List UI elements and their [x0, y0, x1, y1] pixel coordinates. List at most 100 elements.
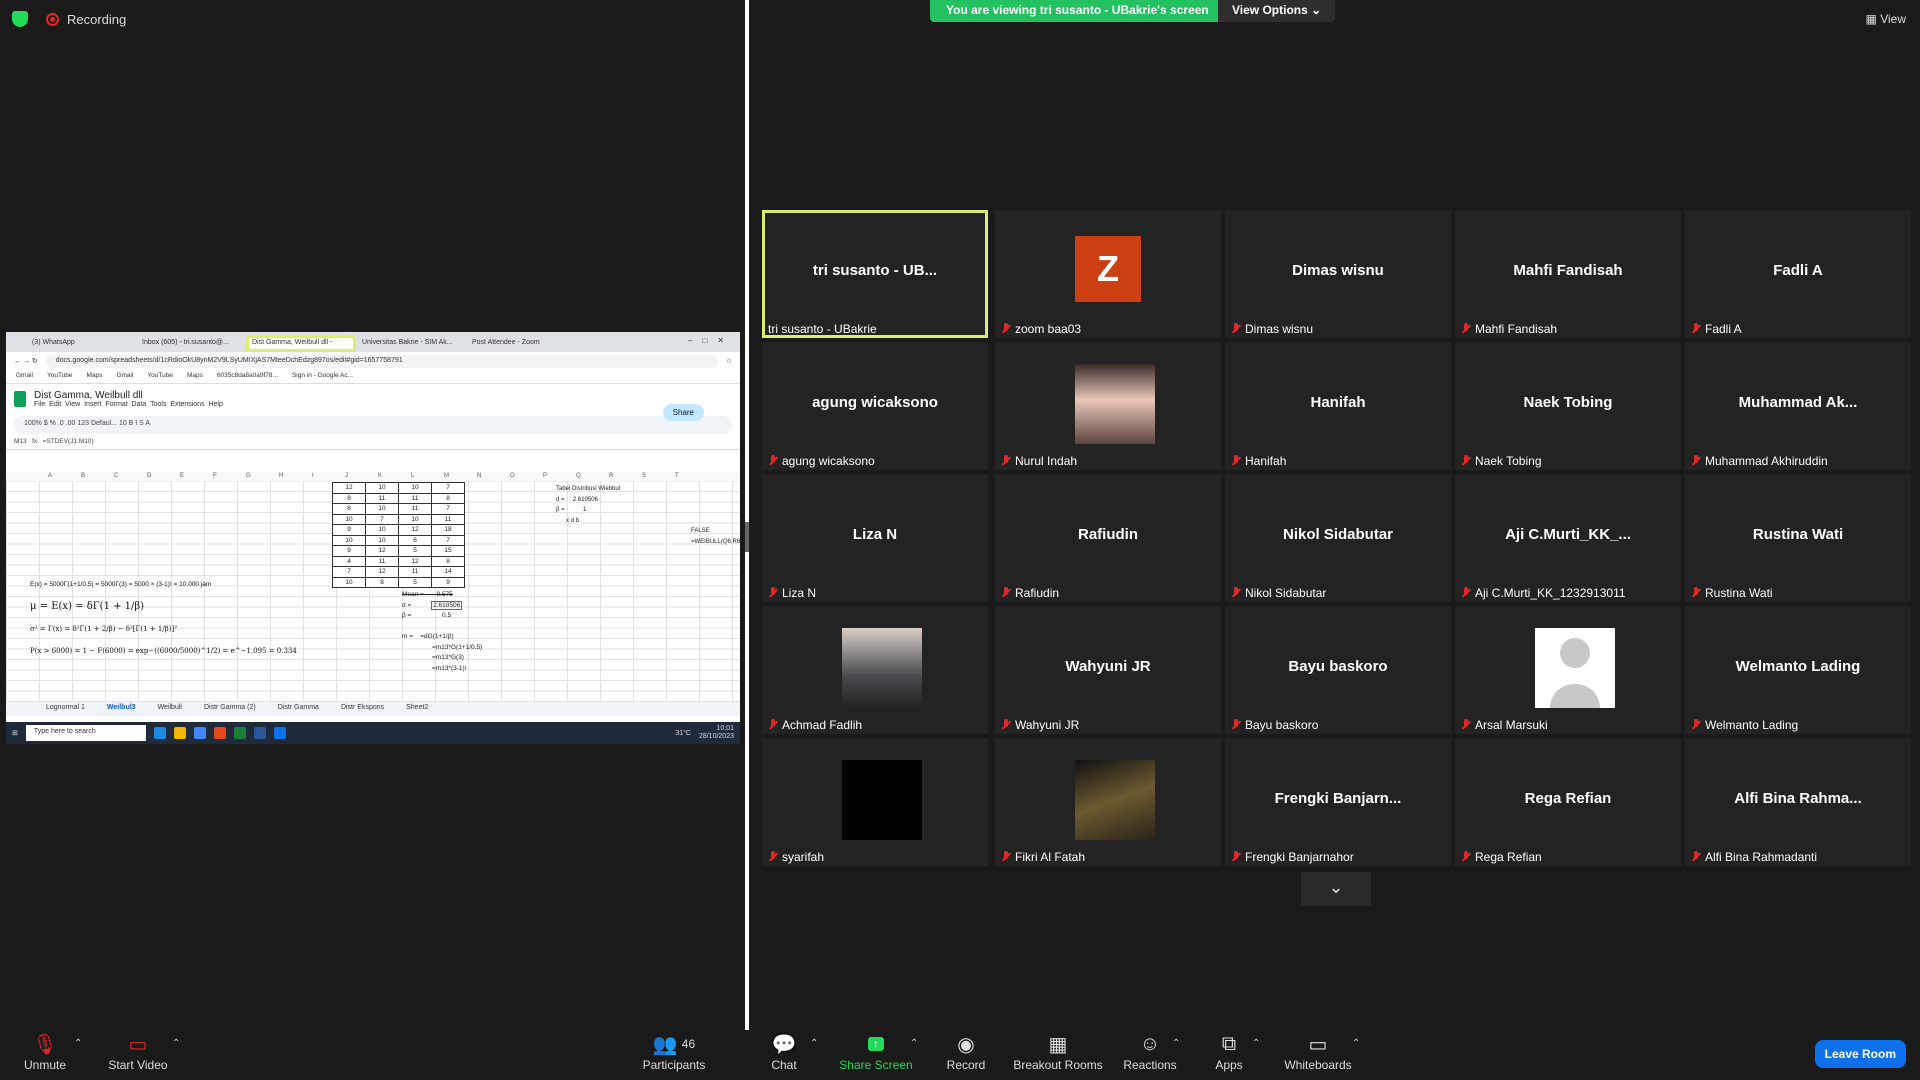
participant-tile[interactable]: Dimas wisnu Dimas wisnu [1225, 210, 1451, 338]
table-cell[interactable]: 10 [332, 513, 366, 525]
participant-tile[interactable]: Welmanto Lading Welmanto Lading [1685, 606, 1911, 734]
participant-tile[interactable]: Rafiudin Rafiudin [995, 474, 1221, 602]
weather-temp[interactable]: 31°C [675, 730, 691, 737]
participant-tile[interactable]: Arsal Marsuki [1455, 606, 1681, 734]
windows-start-icon[interactable]: ⊞ [12, 729, 18, 737]
bookmark[interactable]: YouTube [47, 372, 73, 381]
sheet-tab-active[interactable]: Weilbul3 [107, 704, 136, 716]
participant-tile[interactable]: Hanifah Hanifah [1225, 342, 1451, 470]
table-cell[interactable]: 10 [365, 534, 399, 546]
participant-tile[interactable]: tri susanto - UB... tri susanto - UBakrie [762, 210, 988, 338]
recording-indicator[interactable]: Recording [12, 11, 126, 27]
zoom-icon[interactable] [273, 727, 286, 739]
column-header[interactable]: C [114, 473, 118, 479]
column-header[interactable]: D [147, 473, 151, 479]
sheet-toolbar[interactable]: 100% $ % .0 .00 123 Defaul... 10 B I S A [14, 416, 732, 434]
taskbar-search[interactable]: Type here to search [25, 725, 146, 741]
participant-tile[interactable]: Fikri Al Fatah [995, 738, 1221, 866]
table-cell[interactable]: 10 [332, 576, 366, 588]
column-header[interactable]: B [81, 473, 85, 479]
participant-tile[interactable]: Aji C.Murti_KK_... Aji C.Murti_KK_1232913… [1455, 474, 1681, 602]
participant-tile[interactable]: Muhammad Ak... Muhammad Akhiruddin [1685, 342, 1911, 470]
share-screen-button[interactable]: ↑ Share Screen [838, 1030, 914, 1072]
participant-tile[interactable]: Bayu baskoro Bayu baskoro [1225, 606, 1451, 734]
nav-icons[interactable]: ← → ↻ [14, 357, 38, 365]
table-cell[interactable]: 10 [398, 482, 432, 494]
table-cell[interactable]: 10 [332, 534, 366, 546]
table-cell[interactable]: 15 [431, 545, 465, 557]
split-divider[interactable] [745, 0, 749, 1030]
table-cell[interactable]: 4 [332, 555, 366, 567]
browser-tab[interactable]: Inbox (605) - tri.susanto@... [136, 335, 246, 352]
share-button[interactable]: Share [662, 404, 704, 421]
table-cell[interactable]: 11 [398, 492, 432, 504]
excel-icon[interactable] [233, 727, 246, 739]
window-controls[interactable]: –□✕ [688, 336, 734, 345]
star-icon[interactable]: ☆ [726, 357, 732, 365]
column-header[interactable]: S [642, 473, 646, 479]
table-cell[interactable]: 12 [365, 545, 399, 557]
participant-tile[interactable]: Achmad Fadlih [762, 606, 988, 734]
view-button[interactable]: ▦ View [1866, 12, 1906, 26]
column-header[interactable]: R [609, 473, 613, 479]
sheet-tab[interactable]: Distr Gamma [278, 704, 319, 716]
column-header[interactable]: A [48, 473, 52, 479]
table-cell[interactable]: 10 [365, 482, 399, 494]
menu-view[interactable]: View [65, 401, 80, 408]
reactions-button[interactable]: ☺ Reactions [1122, 1030, 1178, 1073]
doc-title[interactable]: Dist Gamma, Weilbull dll [34, 390, 223, 401]
browser-tab[interactable]: (3) WhatsApp [26, 335, 136, 352]
reactions-caret-icon[interactable]: ⌃ [1172, 1038, 1180, 1049]
column-header[interactable]: K [378, 473, 382, 479]
column-header[interactable]: T [675, 473, 679, 479]
word-icon[interactable] [253, 727, 266, 739]
browser-tab-active[interactable]: Dist Gamma, Weilbull dll - [246, 335, 356, 352]
table-cell[interactable]: 12 [398, 555, 432, 567]
column-header[interactable]: P [543, 473, 547, 479]
d-value[interactable]: 2.610506 [431, 600, 463, 610]
table-cell[interactable]: 11 [431, 513, 465, 525]
participant-tile[interactable]: syarifah [762, 738, 988, 866]
table-cell[interactable]: 11 [365, 555, 399, 567]
participant-tile[interactable]: Fadli A Fadli A [1685, 210, 1911, 338]
column-header[interactable]: M [444, 473, 449, 479]
chat-caret-icon[interactable]: ⌃ [810, 1038, 818, 1049]
table-cell[interactable]: 7 [431, 534, 465, 546]
column-header[interactable]: L [411, 473, 414, 479]
table-cell[interactable]: 12 [365, 566, 399, 578]
participant-tile[interactable]: Nurul Indah [995, 342, 1221, 470]
table-cell[interactable]: 8 [332, 492, 366, 504]
table-cell[interactable]: 9 [332, 545, 366, 557]
participant-tile[interactable]: Zzoom baa03 [995, 210, 1221, 338]
participant-tile[interactable]: Rustina Wati Rustina Wati [1685, 474, 1911, 602]
table-cell[interactable]: 8 [365, 576, 399, 588]
table-cell[interactable]: 6 [398, 534, 432, 546]
table-cell[interactable]: 7 [332, 566, 366, 578]
url-field[interactable]: docs.google.com/spreadsheets/d/1cRdioOkU… [45, 354, 718, 368]
formula-bar[interactable]: M13 fx =STDEV(J1:M10) [6, 436, 740, 450]
table-cell[interactable]: 10 [365, 524, 399, 536]
column-header[interactable]: Q [576, 473, 581, 479]
table-cell[interactable]: 8 [431, 492, 465, 504]
audio-caret-icon[interactable]: ⌃ [74, 1038, 82, 1049]
view-options-button[interactable]: View Options ⌄ [1218, 0, 1336, 22]
participant-tile[interactable]: Naek Tobing Naek Tobing [1455, 342, 1681, 470]
table-cell[interactable]: 7 [431, 482, 465, 494]
participant-tile[interactable]: Rega Refian Rega Refian [1455, 738, 1681, 866]
menu-edit[interactable]: Edit [49, 401, 61, 408]
breakout-rooms-button[interactable]: ▦ Breakout Rooms [1012, 1030, 1104, 1073]
table-cell[interactable]: 11 [398, 503, 432, 515]
whiteboards-caret-icon[interactable]: ⌃ [1352, 1038, 1360, 1049]
edge-icon[interactable] [153, 727, 166, 739]
bookmark[interactable]: Gmail [16, 372, 33, 381]
participants-button[interactable]: 👥 46 Participants [640, 1030, 708, 1073]
more-participants-button[interactable]: ⌄ [1301, 872, 1371, 906]
table-cell[interactable]: 7 [431, 503, 465, 515]
participant-tile[interactable]: Liza N Liza N [762, 474, 988, 602]
taskbar-clock[interactable]: 10:01 28/10/2023 [699, 725, 734, 741]
table-cell[interactable]: 9 [431, 576, 465, 588]
bookmark[interactable]: Maps [87, 372, 103, 381]
column-header[interactable]: H [279, 473, 283, 479]
chat-button[interactable]: 💬 Chat [764, 1030, 804, 1073]
leave-room-button[interactable]: Leave Room [1814, 1040, 1906, 1068]
